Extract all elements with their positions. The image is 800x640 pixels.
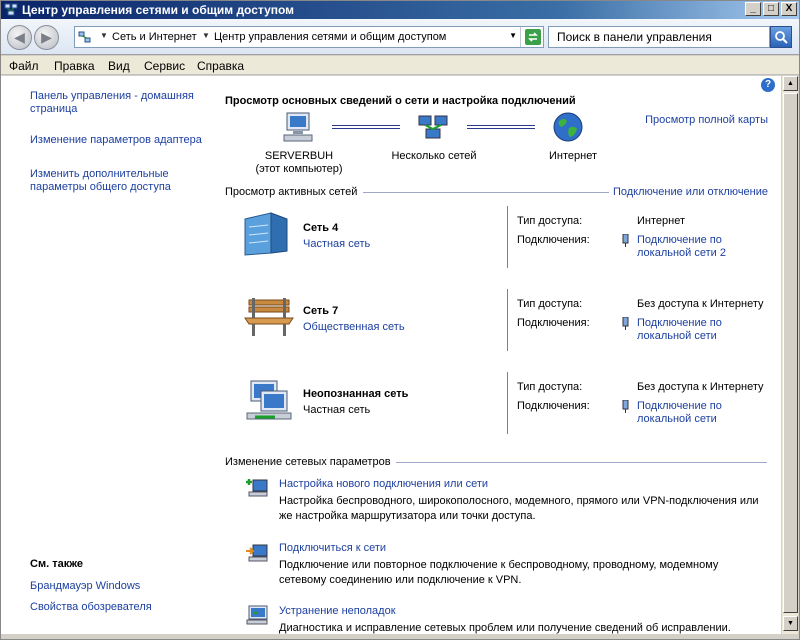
access-type-value: Интернет xyxy=(637,215,685,227)
control-panel-icon xyxy=(78,31,91,43)
task-description: Диагностика и исправление сетевых пробле… xyxy=(279,622,731,634)
office-building-icon xyxy=(244,212,288,256)
globe-icon xyxy=(553,112,583,142)
computer-name: SERVERBUH xyxy=(264,150,334,162)
connection-link[interactable]: Подключение по локальной сети xyxy=(637,400,747,426)
map-middle-label: Несколько сетей xyxy=(391,150,477,162)
connections-label: Подключения: xyxy=(517,234,590,246)
map-link-line xyxy=(332,125,400,129)
main-window: Центр управления сетями и общим доступом… xyxy=(0,0,800,640)
sidebar-item-firewall[interactable]: Брандмауэр Windows xyxy=(30,580,205,593)
breadcrumb-chevron-icon[interactable]: ▼ xyxy=(202,31,210,40)
see-also-heading: См. также xyxy=(30,558,83,570)
access-type-label: Тип доступа: xyxy=(517,298,583,310)
access-type-label: Тип доступа: xyxy=(517,215,583,227)
connect-disconnect-link[interactable]: Подключение или отключение xyxy=(613,186,768,198)
full-map-link[interactable]: Просмотр полной карты xyxy=(645,114,768,126)
breadcrumb-network-internet[interactable]: Сеть и Интернет xyxy=(112,31,197,43)
scroll-thumb[interactable] xyxy=(783,93,798,613)
active-networks-heading: Просмотр активных сетей xyxy=(225,186,358,198)
connections-label: Подключения: xyxy=(517,400,590,412)
forward-arrow-icon: ▶ xyxy=(41,29,52,45)
troubleshoot-icon xyxy=(246,605,268,625)
address-dropdown-icon[interactable]: ▼ xyxy=(509,31,517,40)
ethernet-plug-icon xyxy=(622,400,629,413)
search-input[interactable]: Поиск в панели управления xyxy=(548,26,770,48)
section-divider xyxy=(396,462,767,463)
help-icon[interactable]: ? xyxy=(761,78,775,92)
sidebar-item-home[interactable]: Панель управления - домашняя страница xyxy=(30,90,205,116)
connections-label: Подключения: xyxy=(517,317,590,329)
computer-icon xyxy=(283,112,313,142)
breadcrumb-network-center[interactable]: Центр управления сетями и общим доступом xyxy=(214,31,446,43)
network-name: Сеть 4 xyxy=(303,222,339,234)
maximize-button[interactable]: □ xyxy=(763,2,779,16)
sidebar-item-browser-properties[interactable]: Свойства обозревателя xyxy=(30,601,205,614)
access-type-label: Тип доступа: xyxy=(517,381,583,393)
multiple-networks-icon xyxy=(418,115,448,139)
breadcrumb-chevron-icon[interactable]: ▼ xyxy=(100,31,108,40)
menu-help[interactable]: Справка xyxy=(197,59,244,73)
content-area: ? Панель управления - домашняя страница … xyxy=(1,76,781,634)
network-center-icon xyxy=(4,3,18,16)
scroll-down-button[interactable]: ▼ xyxy=(783,616,798,631)
navigation-bar: ◀ ▶ ▼ Сеть и Интернет ▼ Центр управления… xyxy=(1,19,799,55)
network-type: Частная сеть xyxy=(303,404,371,416)
menu-bar: Файл Правка Вид Сервис Справка xyxy=(1,56,799,75)
menu-edit[interactable]: Правка xyxy=(54,59,95,73)
search-icon xyxy=(775,31,788,44)
access-type-value: Без доступа к Интернету xyxy=(637,381,764,393)
access-type-value: Без доступа к Интернету xyxy=(637,298,764,310)
menu-tools[interactable]: Сервис xyxy=(144,59,185,73)
ethernet-plug-icon xyxy=(622,317,629,330)
window-title: Центр управления сетями и общим доступом xyxy=(22,3,295,17)
scroll-up-button[interactable]: ▲ xyxy=(783,76,798,91)
refresh-icon xyxy=(525,29,541,45)
network-name: Сеть 7 xyxy=(303,305,339,317)
address-bar[interactable]: ▼ Сеть и Интернет ▼ Центр управления сет… xyxy=(74,26,544,48)
change-settings-heading: Изменение сетевых параметров xyxy=(225,456,391,468)
map-internet-label: Интернет xyxy=(549,150,597,162)
new-connection-icon xyxy=(246,479,268,497)
back-button[interactable]: ◀ xyxy=(7,25,32,50)
network-divider xyxy=(507,206,508,268)
menu-view[interactable]: Вид xyxy=(108,59,130,73)
network-name: Неопознанная сеть xyxy=(303,388,409,400)
task-connect-link[interactable]: Подключиться к сети xyxy=(279,542,386,554)
close-button[interactable]: X xyxy=(781,2,797,16)
title-bar: Центр управления сетями и общим доступом… xyxy=(1,1,799,19)
page-title: Просмотр основных сведений о сети и наст… xyxy=(225,95,576,107)
sidebar-item-sharing-settings[interactable]: Изменить дополнительные параметры общего… xyxy=(30,168,205,194)
map-link-line xyxy=(467,125,535,129)
task-new-connection-link[interactable]: Настройка нового подключения или сети xyxy=(279,478,488,490)
network-type-link[interactable]: Общественная сеть xyxy=(303,321,405,333)
task-description: Подключение или повторное подключение к … xyxy=(279,559,719,586)
forward-button[interactable]: ▶ xyxy=(34,25,59,50)
back-arrow-icon: ◀ xyxy=(14,29,25,45)
network-type-link[interactable]: Частная сеть xyxy=(303,238,370,250)
vertical-scrollbar[interactable]: ▲ ▼ xyxy=(781,76,798,634)
task-description: Настройка беспроводного, широкополосного… xyxy=(279,495,759,522)
section-divider xyxy=(363,192,609,193)
network-computers-icon xyxy=(246,380,292,420)
connection-link[interactable]: Подключение по локальной сети 2 xyxy=(637,234,747,260)
park-bench-icon xyxy=(244,298,294,336)
ethernet-plug-icon xyxy=(622,234,629,247)
connection-link[interactable]: Подключение по локальной сети xyxy=(637,317,747,343)
network-divider xyxy=(507,372,508,434)
connect-network-icon xyxy=(246,544,268,562)
minimize-button[interactable]: _ xyxy=(745,2,761,16)
computer-sub: (этот компьютер) xyxy=(255,163,343,175)
map-computer-label: SERVERBUH (этот компьютер) xyxy=(244,150,354,176)
task-troubleshoot-link[interactable]: Устранение неполадок xyxy=(279,605,396,617)
sidebar-item-adapter-settings[interactable]: Изменение параметров адаптера xyxy=(30,134,205,147)
search-button[interactable] xyxy=(770,26,792,48)
refresh-button[interactable] xyxy=(520,27,544,47)
menu-file[interactable]: Файл xyxy=(9,59,39,73)
network-divider xyxy=(507,289,508,351)
